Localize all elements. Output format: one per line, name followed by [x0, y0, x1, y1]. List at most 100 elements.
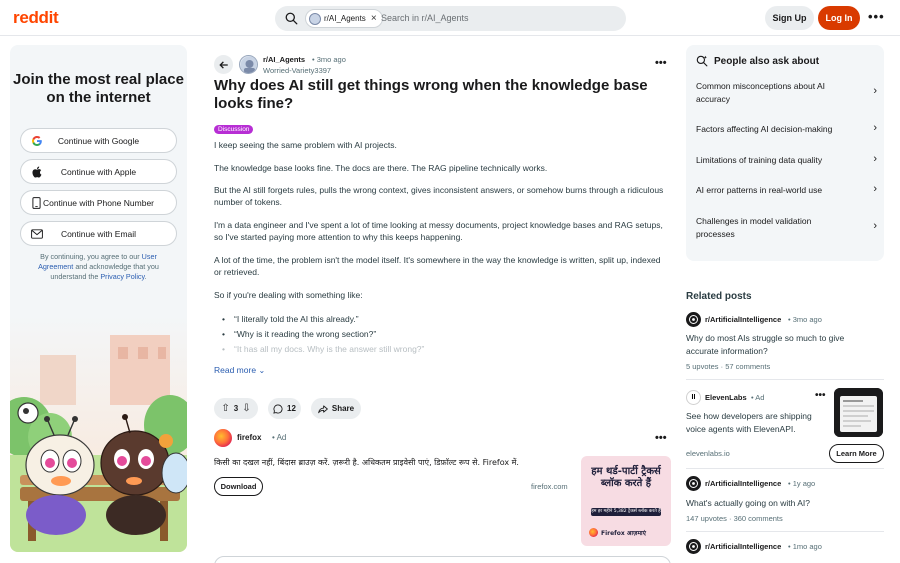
close-icon[interactable]: ×	[371, 13, 377, 24]
apple-icon	[30, 165, 43, 178]
firefox-logo-icon[interactable]	[214, 429, 232, 447]
upvote-count: 5 upvotes	[686, 362, 719, 371]
ad-image[interactable]: हम थर्ड-पार्टी ट्रैकर्स ब्लॉक करते हैं ह…	[581, 456, 671, 546]
ad-image-brand-label: Firefox आज़माएं	[601, 529, 646, 537]
search-icon	[285, 12, 298, 25]
comment-icon	[273, 403, 283, 414]
ad-domain-link[interactable]: firefox.com	[531, 482, 568, 491]
auth-button-label: Continue with Phone Number	[42, 197, 155, 208]
subreddit-avatar-icon[interactable]	[686, 539, 701, 554]
chevron-right-icon: ›	[873, 220, 877, 232]
chevron-down-icon: ⌄	[258, 366, 266, 375]
post-paragraph: I'm a data engineer and I've spent a lot…	[214, 220, 663, 242]
mascot-illustration	[10, 315, 187, 552]
ad-overflow-menu-icon[interactable]: •••	[815, 390, 826, 401]
read-more-label: Read more	[214, 365, 257, 375]
share-label: Share	[331, 404, 355, 413]
ad-overflow-menu-icon[interactable]: •••	[655, 432, 667, 444]
vote-count: 3	[233, 404, 239, 413]
auth-button-label: Continue with Email	[60, 228, 137, 239]
question-text: Limitations of training data quality	[696, 155, 823, 165]
share-button[interactable]: Share	[311, 398, 361, 419]
people-also-ask-title: People also ask about	[714, 55, 820, 67]
upvote-count: 147 upvotes	[686, 514, 727, 523]
post-paragraph: So if you're dealing with something like…	[214, 290, 363, 300]
continue-phone-button[interactable]: Continue with Phone Number	[20, 190, 177, 215]
comments-button[interactable]: 12	[268, 398, 301, 419]
upvote-icon[interactable]: ⇧	[221, 403, 229, 414]
ad-thumbnail[interactable]	[834, 388, 883, 437]
continue-google-button[interactable]: Continue with Google	[20, 128, 177, 153]
comment-input[interactable]	[214, 556, 671, 563]
chevron-right-icon: ›	[873, 183, 877, 195]
related-post-title[interactable]: See how developers are shipping voice ag…	[686, 410, 828, 435]
subreddit-avatar-icon[interactable]	[686, 476, 701, 491]
top-header: reddit r/AI_Agents × Search in r/AI_Agen…	[0, 0, 900, 36]
comment-count: 12	[287, 404, 296, 413]
subreddit-search-chip[interactable]: r/AI_Agents ×	[305, 9, 383, 28]
sign-up-button[interactable]: Sign Up	[765, 6, 814, 30]
ad-image-brand: Firefox आज़माएं	[589, 528, 646, 537]
reddit-logo[interactable]: reddit	[13, 8, 59, 28]
related-post-title[interactable]: Why do most AIs struggle so much to give…	[686, 332, 876, 357]
ad-domain-link[interactable]: elevenlabs.io	[686, 449, 730, 458]
post-overflow-menu-icon[interactable]: •••	[655, 57, 667, 69]
related-subreddit-link[interactable]: ElevenLabs	[705, 393, 747, 402]
post-paragraph: A lot of the time, the problem isn't the…	[214, 255, 661, 277]
chevron-right-icon: ›	[873, 85, 877, 97]
divider	[686, 468, 884, 469]
ad-download-button[interactable]: Download	[214, 477, 263, 496]
post-subreddit-link[interactable]: r/AI_Agents	[263, 55, 305, 64]
related-subreddit-link[interactable]: r/ArtificialIntelligence	[705, 315, 781, 324]
question-item[interactable]: Challenges in model validation processes…	[696, 215, 877, 241]
vote-control[interactable]: ⇧ 3 ⇩	[214, 398, 258, 419]
related-timestamp: • 1mo ago	[788, 542, 822, 551]
ad-image-headline: हम थर्ड-पार्टी ट्रैकर्स ब्लॉक करते हैं	[591, 466, 661, 489]
subreddit-avatar-icon	[240, 56, 257, 73]
subreddit-avatar[interactable]	[239, 55, 258, 74]
phone-icon	[30, 196, 43, 209]
post-author-link[interactable]: Worried-Variety3397	[263, 66, 331, 75]
comment-count: 360 comments	[733, 514, 783, 523]
more-options-icon[interactable]: •••	[868, 9, 885, 24]
elevenlabs-logo-icon[interactable]: II	[686, 390, 701, 405]
list-item: “Why is it reading the wrong section?”	[222, 327, 662, 342]
log-in-button[interactable]: Log In	[818, 6, 860, 30]
read-more-link[interactable]: Read more ⌄	[214, 365, 265, 375]
divider	[686, 379, 884, 380]
ad-advertiser-name[interactable]: firefox	[237, 433, 261, 442]
question-item[interactable]: Limitations of training data quality ›	[696, 153, 877, 167]
question-item[interactable]: Factors affecting AI decision-making ›	[696, 122, 877, 136]
search-bar[interactable]: r/AI_Agents × Search in r/AI_Agents	[275, 6, 626, 31]
downvote-icon[interactable]: ⇩	[242, 403, 250, 414]
signup-promo-card: Join the most real place on the internet…	[10, 45, 187, 552]
post-paragraph: But the AI still forgets rules, pulls th…	[214, 185, 664, 207]
related-subreddit-link[interactable]: r/ArtificialIntelligence	[705, 479, 781, 488]
related-timestamp: • 3mo ago	[788, 315, 822, 324]
divider	[686, 531, 884, 532]
people-also-ask-header: People also ask about	[696, 55, 819, 67]
related-post-stats: 5 upvotes · 57 comments	[686, 362, 770, 371]
ad-label: • Ad	[751, 393, 765, 402]
back-button[interactable]	[214, 55, 233, 74]
privacy-policy-link[interactable]: Privacy Policy	[100, 272, 144, 281]
promo-title: Join the most real place on the internet	[13, 71, 184, 106]
ad-image-subtext: हम हर महीने 5,382 ट्रैकर्स ब्लॉक करते है…	[591, 508, 661, 516]
related-subreddit-link[interactable]: r/ArtificialIntelligence	[705, 542, 781, 551]
question-item[interactable]: AI error patterns in real-world use ›	[696, 183, 877, 197]
search-input[interactable]: Search in r/AI_Agents	[381, 13, 469, 23]
question-text: Common misconceptions about AI accuracy	[696, 81, 825, 104]
related-post-title[interactable]: What's actually going on with AI?	[686, 497, 876, 510]
post-flair[interactable]: Discussion	[214, 125, 254, 134]
continue-email-button[interactable]: Continue with Email	[20, 221, 177, 246]
arrow-left-icon	[218, 60, 228, 69]
list-item: “I literally told the AI this already.”	[222, 312, 662, 327]
related-posts-title: Related posts	[686, 291, 752, 302]
auth-button-label: Continue with Google	[57, 135, 140, 146]
learn-more-button[interactable]: Learn More	[829, 444, 884, 463]
continue-apple-button[interactable]: Continue with Apple	[20, 159, 177, 184]
subreddit-avatar-icon[interactable]	[686, 312, 701, 327]
post-paragraph: I keep seeing the same problem with AI p…	[214, 140, 397, 150]
post-title: Why does AI still get things wrong when …	[214, 77, 648, 112]
question-item[interactable]: Common misconceptions about AI accuracy …	[696, 80, 877, 106]
